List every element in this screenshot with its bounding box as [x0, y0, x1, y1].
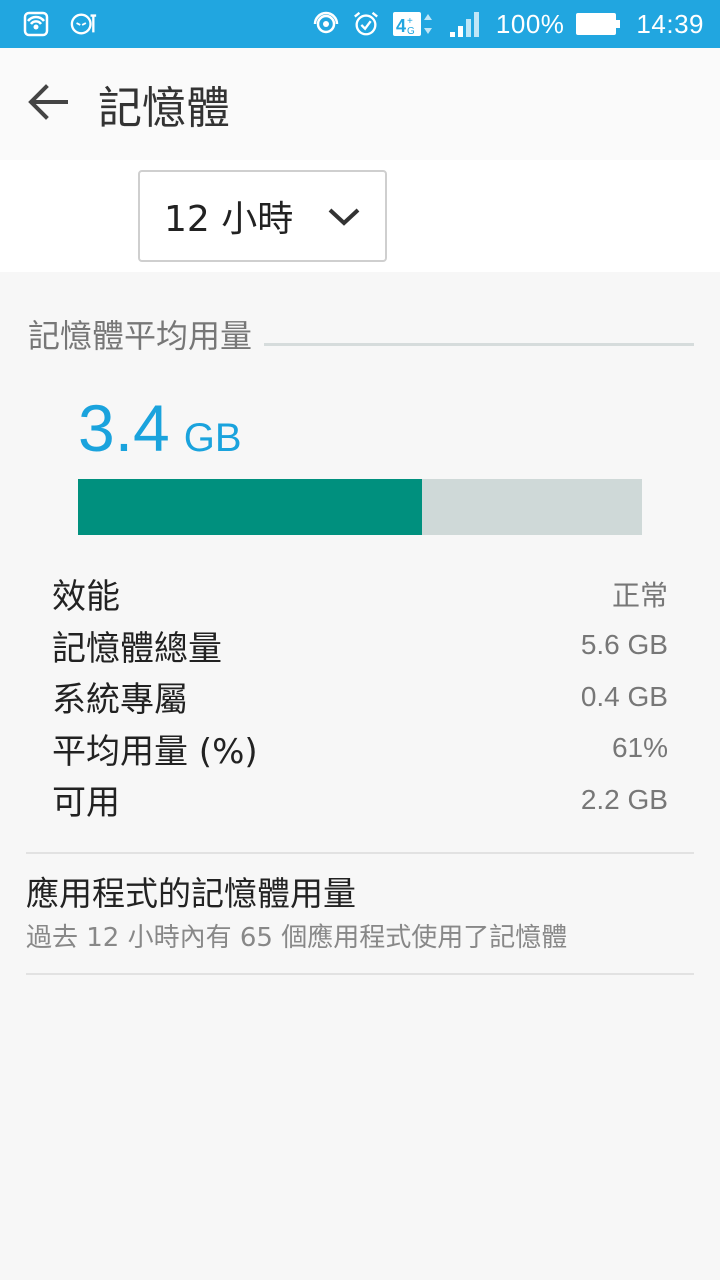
wireless-hotspot-icon [22, 10, 50, 38]
stat-value: 0.4 GB [580, 680, 668, 712]
chevron-down-icon [327, 206, 361, 226]
stat-value: 5.6 GB [580, 629, 668, 661]
clock: 14:39 [636, 8, 704, 39]
alarm-icon [352, 10, 380, 38]
average-memory-value: 3.4 GB [78, 390, 242, 466]
memory-stats: 效能 正常 記憶體總量 5.6 GB 系統專屬 0.4 GB 平均用量 (%) … [52, 568, 668, 826]
average-memory-number: 3.4 [78, 391, 170, 465]
back-button[interactable] [0, 48, 96, 160]
4g-lte-icon: 4 + G [392, 10, 436, 38]
signal-strength-icon [448, 10, 484, 38]
section-divider [264, 342, 694, 346]
stat-value: 61% [611, 732, 668, 764]
divider [26, 973, 694, 975]
section-title: 記憶體平均用量 [28, 317, 253, 355]
stat-value: 正常 [611, 579, 668, 611]
stat-value: 2.2 GB [580, 783, 668, 815]
app-bar: 記憶體 [0, 48, 720, 160]
memory-content: 記憶體平均用量 3.4 GB 效能 正常 記憶體總量 5.6 GB 系統專屬 0… [0, 272, 720, 1280]
svg-text:G: G [407, 26, 415, 37]
memory-usage-bar-fill [78, 479, 423, 535]
stat-label: 效能 [52, 577, 120, 618]
app-memory-usage-subtitle: 過去 12 小時內有 65 個應用程式使用了記憶體 [26, 923, 568, 953]
stat-row-total-memory: 記憶體總量 5.6 GB [52, 620, 668, 672]
section-header: 記憶體平均用量 [28, 312, 694, 356]
period-dropdown-value: 12 小時 [164, 199, 294, 240]
app-memory-usage-title: 應用程式的記憶體用量 [26, 874, 356, 913]
divider [26, 852, 694, 854]
wifi-hotspot-icon [312, 10, 340, 38]
stat-row-system-reserved: 系統專屬 0.4 GB [52, 671, 668, 723]
period-selector-area: 12 小時 [0, 160, 720, 272]
game-genie-icon [70, 10, 98, 38]
memory-usage-bar [78, 479, 642, 535]
stat-row-available: 可用 2.2 GB [52, 774, 668, 826]
stat-label: 記憶體總量 [52, 628, 222, 669]
stat-label: 平均用量 (%) [52, 731, 258, 772]
stat-label: 可用 [52, 783, 120, 824]
app-memory-usage-item[interactable]: 應用程式的記憶體用量 過去 12 小時內有 65 個應用程式使用了記憶體 [26, 870, 694, 974]
period-dropdown[interactable]: 12 小時 [138, 170, 387, 262]
average-memory-unit: GB [183, 416, 242, 460]
battery-percent: 100% [495, 8, 565, 39]
battery-icon [576, 13, 621, 35]
page-title: 記憶體 [98, 83, 230, 134]
svg-text:4: 4 [396, 16, 406, 36]
status-bar: 4 + G 100% 14:39 [0, 0, 720, 48]
stat-row-average-usage: 平均用量 (%) 61% [52, 723, 668, 775]
stat-row-performance: 效能 正常 [52, 568, 668, 620]
back-arrow-icon [28, 84, 68, 124]
stat-label: 系統專屬 [52, 680, 188, 721]
